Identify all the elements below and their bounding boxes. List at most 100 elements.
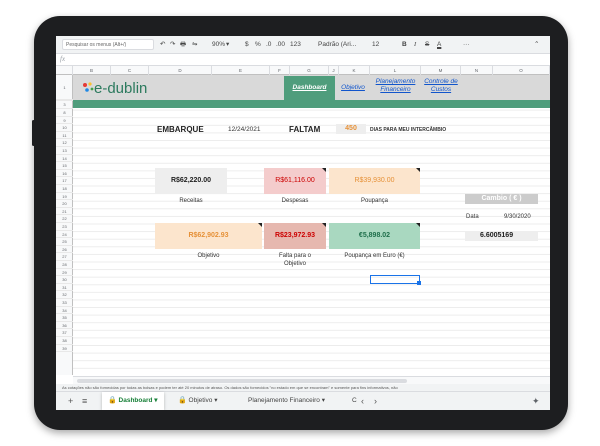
tab-controle-label: C [352,397,357,404]
paint-format-icon[interactable]: ⇋ [192,39,197,50]
row-header[interactable]: 30 [56,276,73,284]
row-header[interactable]: 20 [56,200,73,208]
nav-planejamento-link[interactable]: Planejamento Financeiro [370,78,421,94]
tablet-side-button [32,120,35,146]
font-size-select[interactable]: 12 [372,39,379,50]
nav-planejamento-line1: Planejamento [375,78,416,85]
add-sheet-button[interactable]: + [68,396,73,406]
row-header[interactable]: 28 [56,261,73,269]
despesas-card: R$61,116.00 [264,168,326,194]
nav-dashboard-link[interactable]: Dashboard [284,76,335,100]
italic-button[interactable]: I [414,39,416,50]
nav-controle-line1: Controle de [424,78,458,85]
row-header[interactable]: 15 [56,162,73,170]
decrease-decimal-button[interactable]: .0 [266,39,271,50]
nav-objetivo-link[interactable]: Objetivo [338,84,368,92]
row-header[interactable]: 22 [56,215,73,223]
column-header[interactable]: D [149,66,212,75]
row-header[interactable]: 8 [56,109,73,117]
row-header[interactable]: 17 [56,177,73,185]
row-header[interactable]: 36 [56,322,73,330]
horizontal-scrollbar[interactable] [73,376,550,384]
row-header[interactable]: 13 [56,147,73,155]
row-header[interactable]: 39 [56,345,73,353]
row-header[interactable]: 14 [56,155,73,163]
column-header[interactable]: F [270,66,290,75]
text-color-button[interactable]: A [437,39,441,50]
more-formats-button[interactable]: 123 [290,39,301,50]
column-header[interactable]: O [493,66,550,75]
all-sheets-button[interactable]: ≡ [82,396,87,406]
row-header[interactable]: 37 [56,329,73,337]
euro-card: €5,898.02 [329,223,420,249]
fill-handle[interactable] [417,281,421,285]
strikethrough-button[interactable]: S [425,39,429,50]
row-header[interactable]: 25 [56,238,73,246]
currency-format-button[interactable]: $ [245,39,249,50]
redo-button[interactable]: ↷ [170,39,175,50]
select-all-corner[interactable] [56,66,73,75]
chevron-down-icon[interactable]: ▾ [322,397,325,404]
column-header[interactable]: B [73,66,111,75]
explore-icon[interactable]: ✦ [532,396,540,406]
row-header[interactable]: 18 [56,185,73,193]
cambio-label: Cambio ( € ) [465,194,538,204]
selected-cell[interactable] [370,275,420,284]
row-header[interactable]: 29 [56,269,73,277]
objetivo-card: R$62,902.93 [155,223,262,249]
row-header[interactable]: 10 [56,124,73,132]
font-select[interactable]: Padrão (Ari... [318,39,356,50]
scroll-tabs-left-button[interactable]: ‹ [361,396,364,406]
row-header[interactable]: 3 [56,101,73,109]
row-header[interactable]: 33 [56,299,73,307]
print-icon[interactable]: 🖶 [180,39,186,50]
row-header[interactable]: 32 [56,291,73,299]
row-header[interactable]: 24 [56,231,73,239]
nav-controle-link[interactable]: Controle de Custos [421,78,461,94]
row-header[interactable]: 11 [56,132,73,140]
column-header[interactable]: E [212,66,270,75]
toolbar: Pesquisar os menus (Alt+/) ↶ ↷ 🖶 ⇋ 90% ▾… [56,36,550,54]
formula-bar[interactable]: fx [56,54,550,66]
faltam-value: 450 [336,124,366,134]
more-options-button[interactable]: ··· [463,39,470,50]
row-header[interactable]: 31 [56,284,73,292]
row-header[interactable]: 34 [56,307,73,315]
column-header[interactable]: K [339,66,370,75]
scrollbar-thumb[interactable] [77,379,407,383]
zoom-select[interactable]: 90% [212,39,225,50]
row-header[interactable]: 9 [56,117,73,125]
tab-planejamento[interactable]: Planejamento Financeiro ▾ [242,392,331,410]
column-header[interactable]: G [290,66,329,75]
tab-objetivo[interactable]: 🔒 Objetivo ▾ [172,392,223,410]
column-header[interactable]: C [111,66,149,75]
row-header[interactable]: 27 [56,253,73,261]
menu-search-input[interactable]: Pesquisar os menus (Alt+/) [62,39,154,50]
collapse-toolbar-icon[interactable]: ⌃ [534,39,539,50]
row-header[interactable]: 26 [56,246,73,254]
row-header[interactable]: 35 [56,314,73,322]
chevron-down-icon[interactable]: ▾ [226,39,229,50]
row-header[interactable]: 19 [56,193,73,201]
row-header[interactable]: 12 [56,139,73,147]
column-header[interactable]: N [461,66,493,75]
tab-dashboard[interactable]: 🔒 Dashboard ▾ [102,392,164,410]
row-header[interactable]: 23 [56,223,73,231]
column-header[interactable]: M [421,66,461,75]
chevron-down-icon[interactable]: ▾ [214,397,217,404]
percent-format-button[interactable]: % [255,39,261,50]
increase-decimal-button[interactable]: .00 [276,39,285,50]
row-header[interactable]: 21 [56,208,73,216]
column-header[interactable]: J [329,66,339,75]
row-header[interactable]: 16 [56,170,73,178]
tab-planejamento-label: Planejamento Financeiro [248,397,320,404]
column-header[interactable]: L [370,66,421,75]
bold-button[interactable]: B [402,39,407,50]
undo-button[interactable]: ↶ [160,39,165,50]
objetivo-caption: Objetivo [197,253,220,259]
scroll-tabs-right-button[interactable]: › [374,396,377,406]
row-header[interactable]: 38 [56,337,73,345]
embarque-label: EMBARQUE [157,125,204,134]
row-header[interactable]: 1 [56,75,73,100]
chevron-down-icon[interactable]: ▾ [154,397,157,404]
